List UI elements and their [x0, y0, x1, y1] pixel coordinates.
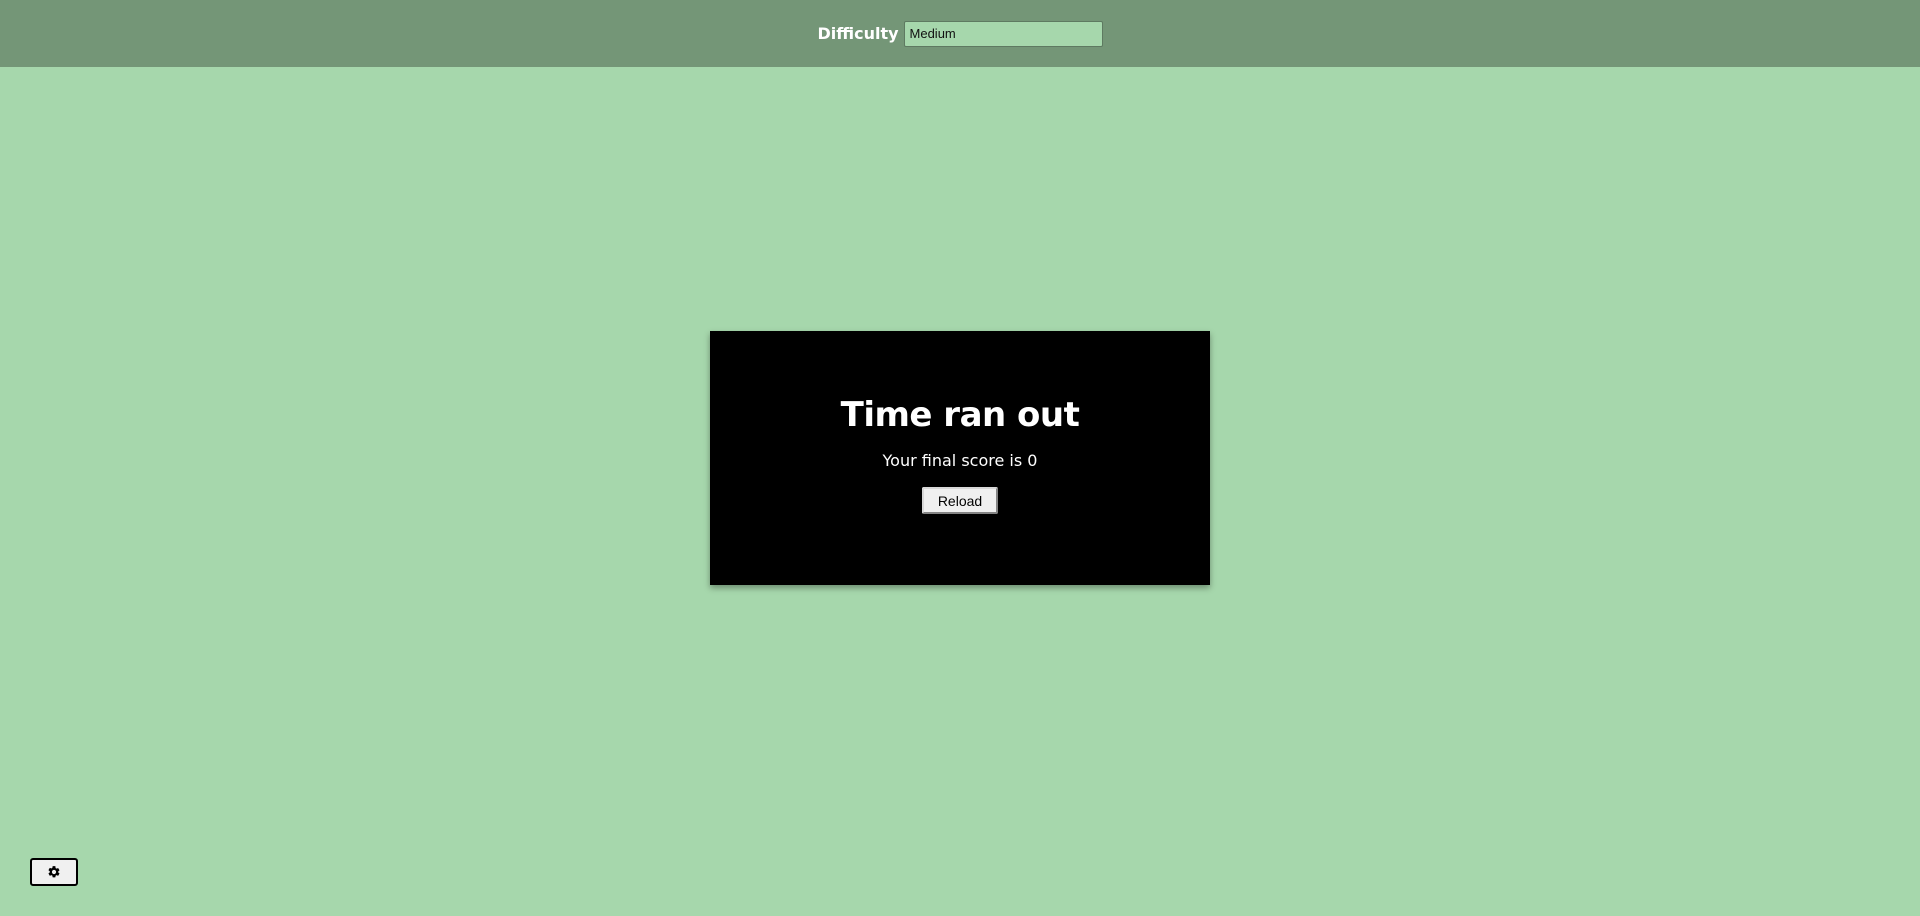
difficulty-label: Difficulty: [817, 24, 899, 43]
modal-title: Time ran out: [840, 395, 1080, 435]
reload-button[interactable]: Reload: [922, 487, 998, 514]
difficulty-select[interactable]: Medium: [903, 20, 1103, 47]
gear-icon: [47, 865, 61, 879]
top-bar: Difficulty Medium: [0, 0, 1920, 67]
game-over-modal: Time ran out Your final score is 0 Reloa…: [710, 331, 1210, 585]
settings-button[interactable]: [30, 858, 78, 886]
final-score-text: Your final score is 0: [882, 451, 1038, 470]
difficulty-selected-value: Medium: [909, 26, 956, 41]
